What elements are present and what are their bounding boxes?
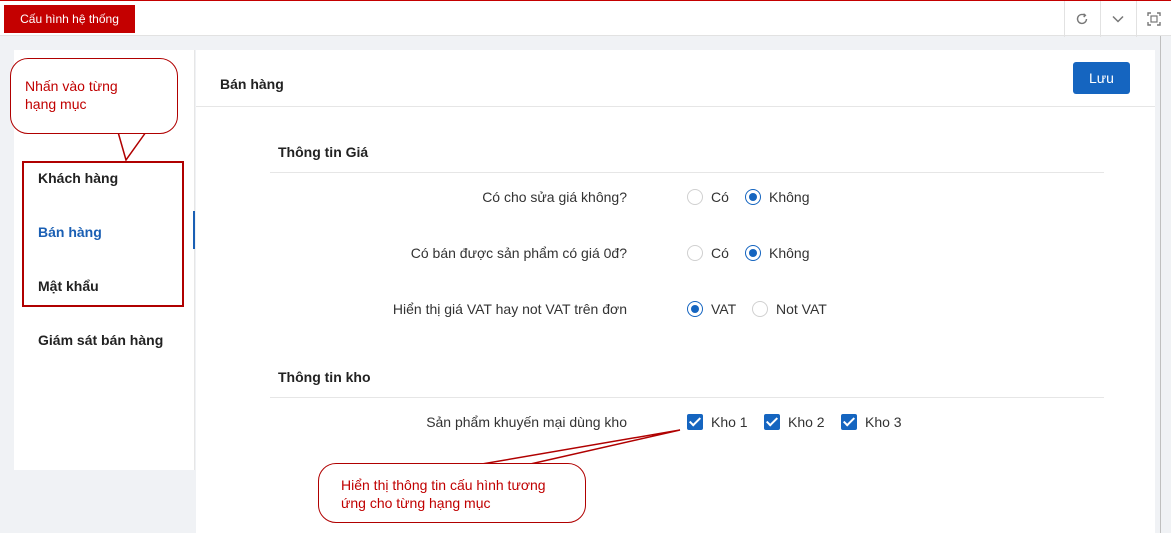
callout-sidebar-text: Nhấn vào từng hạng mục bbox=[25, 78, 118, 112]
callout-content: Hiển thị thông tin cấu hình tương ứng ch… bbox=[318, 463, 586, 523]
callout-content-text: Hiển thị thông tin cấu hình tương ứng ch… bbox=[341, 477, 546, 511]
callout-sidebar: Nhấn vào từng hạng mục bbox=[10, 58, 178, 134]
